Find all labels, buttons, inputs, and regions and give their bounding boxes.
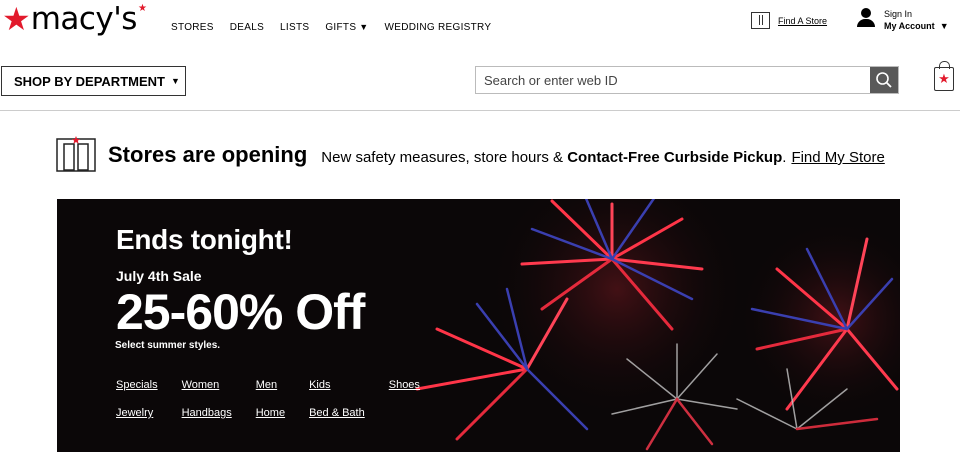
bag-star-icon: ★ xyxy=(938,71,950,86)
find-my-store-link[interactable]: Find My Store xyxy=(791,149,884,166)
nav-stores[interactable]: STORES xyxy=(171,22,214,33)
hero-link-kids[interactable]: Kids xyxy=(309,379,365,391)
shop-by-department-button[interactable]: SHOP BY DEPARTMENT ▼ xyxy=(1,66,186,96)
macys-logo[interactable]: ★ macy's ★ xyxy=(2,1,147,37)
chevron-down-icon: ▼ xyxy=(170,76,180,86)
hero-note: Select summer styles. xyxy=(115,340,221,351)
logo-small-star-icon: ★ xyxy=(137,3,147,14)
department-label: SHOP BY DEPARTMENT xyxy=(14,73,165,89)
nav-lists[interactable]: LISTS xyxy=(280,22,309,33)
logo-star-icon: ★ xyxy=(2,1,31,37)
header-divider xyxy=(0,110,960,111)
logo-wordmark: macy's xyxy=(30,1,138,37)
search-input[interactable] xyxy=(476,67,870,93)
nav-gifts[interactable]: GIFTS ▼ xyxy=(325,22,368,33)
hero-link-shoes[interactable]: Shoes xyxy=(389,379,420,391)
hero-link-women[interactable]: Women xyxy=(182,379,232,391)
store-door-icon xyxy=(751,12,770,29)
hero-banner[interactable]: Ends tonight! July 4th Sale 25-60% Off S… xyxy=(57,199,900,452)
hero-discount: 25-60% Off xyxy=(116,284,365,340)
search-button[interactable] xyxy=(870,67,898,93)
nav-wedding-registry[interactable]: WEDDING REGISTRY xyxy=(385,22,492,33)
top-nav: STORES DEALS LISTS GIFTS ▼ WEDDING REGIST… xyxy=(171,22,491,33)
stores-opening-heading: Stores are opening xyxy=(108,142,308,167)
nav-deals[interactable]: DEALS xyxy=(230,22,264,33)
my-account-label[interactable]: My Account xyxy=(884,21,935,31)
hero-link-handbags[interactable]: Handbags xyxy=(182,407,232,419)
hero-link-home[interactable]: Home xyxy=(256,407,285,419)
find-store[interactable]: Find A Store xyxy=(751,12,827,29)
stores-opening-text: New safety measures, store hours & Conta… xyxy=(321,149,787,166)
store-doors-icon xyxy=(56,136,96,172)
nav-gifts-label: GIFTS xyxy=(325,22,357,33)
shopping-bag-icon[interactable]: ★ xyxy=(934,61,954,91)
sign-in-label[interactable]: Sign In xyxy=(884,8,949,20)
stores-opening-banner: Stores are opening New safety measures, … xyxy=(108,142,885,168)
hero-link-bed-bath[interactable]: Bed & Bath xyxy=(309,407,365,419)
hero-link-jewelry[interactable]: Jewelry xyxy=(116,407,158,419)
hero-subheading: July 4th Sale xyxy=(116,268,202,284)
find-store-link[interactable]: Find A Store xyxy=(778,16,827,26)
hero-headline: Ends tonight! xyxy=(116,224,293,255)
hero-link-men[interactable]: Men xyxy=(256,379,285,391)
account-menu[interactable]: Sign In My Account ▼ xyxy=(856,8,949,32)
chevron-down-icon: ▼ xyxy=(359,22,369,32)
person-icon xyxy=(856,8,876,28)
hero-link-specials[interactable]: Specials xyxy=(116,379,158,391)
curbside-pickup-text: Contact-Free Curbside Pickup xyxy=(567,149,783,166)
search-icon xyxy=(876,72,892,88)
hero-category-links: Specials Women Men Kids Shoes Jewelry Ha… xyxy=(116,379,420,419)
search-bar xyxy=(475,66,899,94)
chevron-down-icon: ▼ xyxy=(939,21,949,31)
hero-text: Ends tonight! July 4th Sale 25-60% Off S… xyxy=(115,224,365,351)
